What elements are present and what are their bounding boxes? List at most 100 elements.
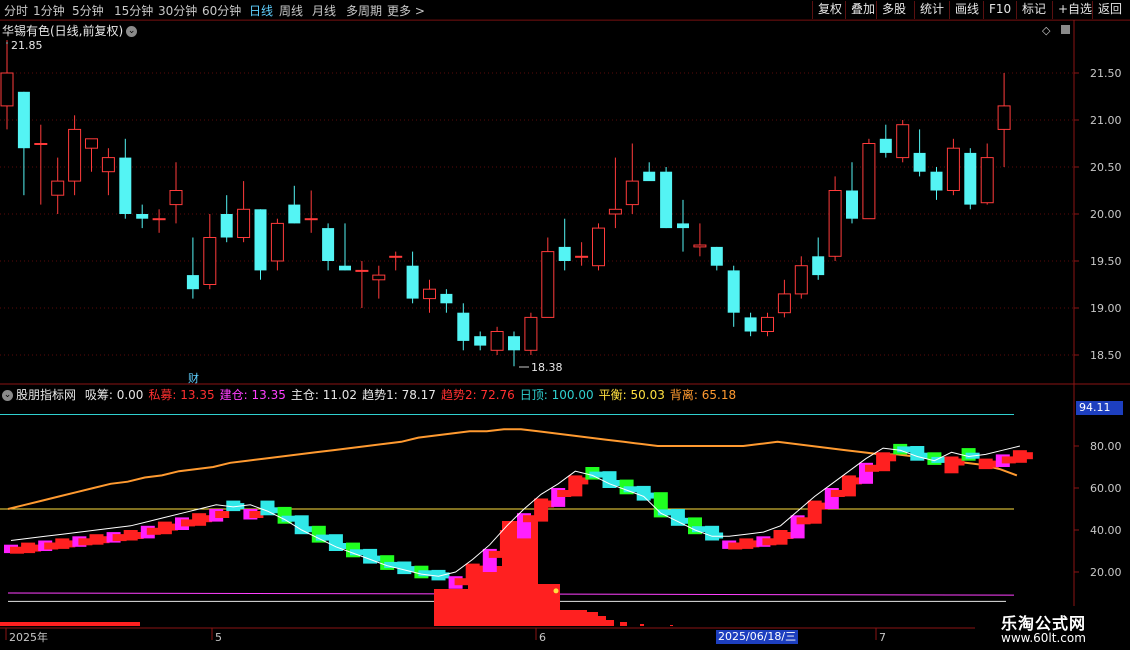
candle-body xyxy=(270,222,284,262)
low-label: 18.38 xyxy=(531,361,563,374)
candle-body xyxy=(119,157,132,214)
kline-chart[interactable]: 21.50 21.00 20.50 20.00 19.50 19.00 18.50 21.85… xyxy=(0,0,1130,650)
candle-body xyxy=(693,244,707,248)
accumulation-tail xyxy=(670,625,673,626)
x-axis-label: 7 xyxy=(879,631,886,644)
candle-body xyxy=(862,143,876,220)
diamond-icon: ◇ xyxy=(1042,24,1051,37)
candle-body xyxy=(997,105,1011,130)
candle-body xyxy=(946,147,960,191)
candle-body xyxy=(51,180,65,196)
candle-body xyxy=(643,171,656,182)
candle-body xyxy=(17,91,30,149)
candle-body xyxy=(846,190,858,219)
indicator-y-label: 20.00 xyxy=(1090,566,1122,579)
candle-body xyxy=(761,316,774,332)
cursor-date-tag: 2025/06/18/三 xyxy=(716,630,799,644)
candle-body xyxy=(136,214,149,219)
trend-base xyxy=(215,511,230,518)
candle-body xyxy=(288,204,301,224)
y-axis-label: 19.50 xyxy=(1090,255,1122,268)
y-axis-label: 21.00 xyxy=(1090,114,1122,127)
candle-body xyxy=(237,208,251,239)
candle-body xyxy=(152,218,166,221)
y-axis-label: 18.50 xyxy=(1090,349,1122,362)
trend-base xyxy=(882,454,897,462)
indicator-field-3: 主仓: 11.02 xyxy=(290,388,358,402)
candle-body xyxy=(339,265,351,271)
indicator-y-label: 60.00 xyxy=(1090,482,1122,495)
accumulation-tail xyxy=(640,624,644,626)
indicator-field-2: 建仓: 13.35 xyxy=(219,388,286,402)
candle-body xyxy=(677,223,689,229)
candle-body xyxy=(879,138,892,153)
candle-body xyxy=(474,336,487,346)
finance-marker[interactable]: 财 xyxy=(188,370,199,386)
candle-body xyxy=(34,143,48,145)
candle-body xyxy=(964,152,977,205)
candle-body xyxy=(558,246,571,261)
candle-body xyxy=(625,180,639,206)
candle-body xyxy=(220,214,233,238)
candle-body xyxy=(457,312,470,341)
candle-body xyxy=(727,270,740,313)
indicator-field-5: 趋势2: 72.76 xyxy=(440,388,515,402)
window-icon xyxy=(1061,25,1070,34)
candle-body xyxy=(372,274,386,281)
candle-body xyxy=(389,255,403,258)
indicator-field-0: 吸筹: 0.00 xyxy=(84,388,144,402)
candle-body xyxy=(355,269,369,272)
indicator-field-6: 日顶: 100.00 xyxy=(519,388,594,402)
accumulation-tail xyxy=(588,616,606,626)
candle-body xyxy=(777,293,791,314)
y-axis-label: 20.50 xyxy=(1090,161,1122,174)
chevron-down-icon[interactable]: ⌄ xyxy=(2,390,13,401)
indicator-value-tag: 94.11 xyxy=(1076,401,1123,415)
candle-body xyxy=(710,246,723,266)
candle-body xyxy=(980,157,994,204)
candle-body xyxy=(440,293,453,304)
candle-body xyxy=(524,316,538,351)
x-axis-label: 6 xyxy=(539,631,546,644)
candle-body xyxy=(68,128,82,182)
candle-body xyxy=(541,251,555,318)
x-axis-label: 5 xyxy=(215,631,222,644)
accumulation-left xyxy=(0,622,140,626)
candle-body xyxy=(203,237,217,285)
candle-body xyxy=(896,124,910,159)
candle-body xyxy=(812,256,825,276)
indicator-field-1: 私募: 13.35 xyxy=(148,388,215,402)
candle-body xyxy=(794,265,808,295)
trend-base xyxy=(931,456,946,463)
candle-body xyxy=(490,331,504,351)
candle-body xyxy=(744,317,757,332)
candle-body xyxy=(186,275,199,290)
candle-body xyxy=(508,336,520,351)
accumulation-tail xyxy=(620,622,627,626)
candle-body xyxy=(322,228,335,261)
candle-body xyxy=(608,208,622,215)
candle-body xyxy=(930,171,943,191)
candle-body xyxy=(101,157,115,173)
watermark-url: www.60lt.com xyxy=(1001,631,1086,645)
candle-body xyxy=(575,255,589,258)
candle-body xyxy=(254,209,267,271)
candle-body xyxy=(423,288,436,300)
candle-body xyxy=(660,171,673,229)
indicator-field-4: 趋势1: 78.17 xyxy=(362,388,436,402)
indicator-field-7: 平衡: 50.03 xyxy=(598,388,665,402)
indicator-y-label: 80.00 xyxy=(1090,440,1122,453)
candle-body xyxy=(169,190,183,206)
accumulation-tail xyxy=(604,620,614,626)
high-label: 21.85 xyxy=(11,39,43,52)
candle-body xyxy=(304,218,318,221)
indicator-title: ⌄ 股朋指标网 吸筹: 0.00 私募: 13.35 建仓: 13.35 主仓: 11.… xyxy=(2,386,741,403)
indicator-field-8: 背离: 65.18 xyxy=(669,388,737,402)
indicator-y-label: 40.00 xyxy=(1090,524,1122,537)
candle-body xyxy=(913,152,926,172)
y-axis-label: 20.00 xyxy=(1090,208,1122,221)
candle-body xyxy=(85,138,98,149)
indicator-name: 股朋指标网 xyxy=(16,388,77,402)
candle-body xyxy=(592,227,605,267)
y-axis-label: 21.50 xyxy=(1090,67,1122,80)
